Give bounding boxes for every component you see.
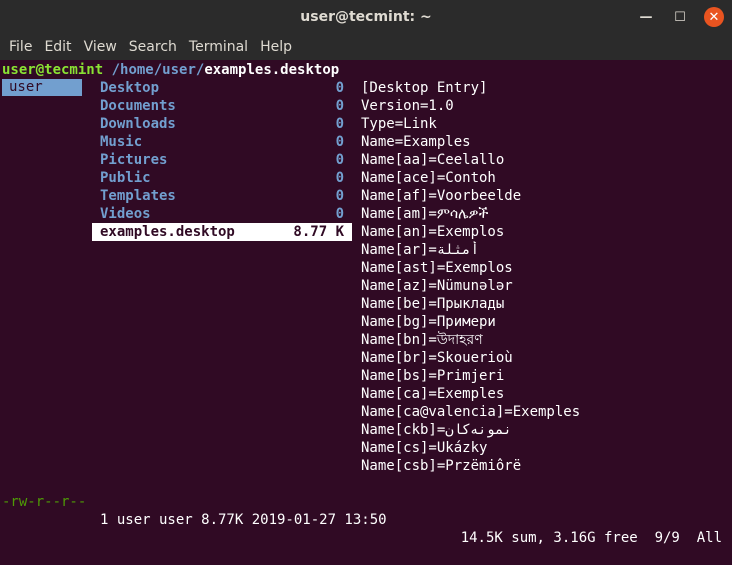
preview-line: Name[ca]=Exemples [361, 386, 505, 402]
preview-line: Name[ace]=Contoh [361, 170, 496, 186]
preview-line: Name[ca@valencia]=Exemples [361, 404, 581, 420]
file-name: Music [100, 134, 143, 150]
preview-line: Name[csb]=Przëmiôrë [361, 458, 522, 474]
title-bar[interactable]: user@tecmint: ~ — ☐ ✕ [0, 0, 732, 34]
menu-terminal[interactable]: Terminal [184, 39, 253, 55]
preview-line: [Desktop Entry] [361, 80, 488, 96]
file-size: 0 [335, 152, 344, 168]
file-name: Pictures [100, 152, 168, 168]
terminal-content[interactable]: user@tecmint /home/user/examples.desktop… [0, 60, 732, 546]
file-name: Downloads [100, 116, 176, 132]
file-row[interactable]: Downloads 0 [92, 115, 352, 133]
terminal-window: user@tecmint: ~ — ☐ ✕ File Edit View Sea… [0, 0, 732, 546]
file-size: 0 [335, 206, 344, 222]
file-size: 0 [335, 116, 344, 132]
preview-line: Name[ast]=Exemplos [361, 260, 513, 276]
menu-bar: File Edit View Search Terminal Help [0, 34, 732, 60]
close-icon[interactable]: ✕ [704, 7, 724, 27]
window-controls: — ☐ ✕ [636, 7, 724, 27]
file-row-selected[interactable]: examples.desktop 8.77 K [92, 223, 352, 241]
preview-line: Name[am]=ምሳሌዎች [361, 206, 489, 222]
file-size: 0 [335, 134, 344, 150]
maximize-icon[interactable]: ☐ [670, 7, 690, 27]
preview-line: Type=Link [361, 116, 437, 132]
file-preview: [Desktop Entry] Version=1.0 Type=Link Na… [361, 79, 729, 475]
preview-line: Name[bs]=Primjeri [361, 368, 505, 384]
file-row[interactable]: Desktop 0 [92, 79, 352, 97]
status-bar: -rw-r--r-- 1 user user 8.77K 2019-01-27 … [0, 475, 732, 546]
preview-line: Name[af]=Voorbeelde [361, 188, 522, 204]
file-name: Desktop [100, 80, 160, 96]
preview-line: Name=Examples [361, 134, 471, 150]
file-name: Videos [100, 206, 151, 222]
preview-line: Name[ckb]=نمونەکان [361, 422, 512, 438]
path-dir: /home/user/ [103, 62, 205, 78]
file-size: 8.77 K [293, 224, 344, 240]
menu-help[interactable]: Help [255, 39, 297, 55]
preview-line: Name[br]=Skouerioù [361, 350, 513, 366]
file-row[interactable]: Videos 0 [92, 205, 352, 223]
preview-line: Name[cs]=Ukázky [361, 440, 488, 456]
file-meta: 1 user user 8.77K 2019-01-27 13:50 [100, 512, 387, 528]
preview-line: Name[bg]=Примери [361, 314, 496, 330]
file-row[interactable]: Music 0 [92, 133, 352, 151]
preview-line: Name[bn]=উদাহরণ [361, 332, 483, 348]
menu-edit[interactable]: Edit [39, 39, 76, 55]
menu-file[interactable]: File [4, 39, 37, 55]
preview-line: Name[an]=Exemplos [361, 224, 505, 240]
user-host: user@tecmint [2, 62, 104, 78]
window-title: user@tecmint: ~ [300, 9, 432, 25]
preview-line: Name[az]=Nümunələr [361, 278, 513, 294]
current-path: user@tecmint /home/user/examples.desktop [2, 61, 339, 79]
file-permissions: -rw-r--r-- [2, 494, 87, 510]
file-list: Desktop 0 Documents 0 Downloads 0 Music 0 Pi… [92, 79, 352, 241]
minimize-icon[interactable]: — [636, 7, 656, 27]
file-size: 0 [335, 80, 344, 96]
preview-line: Name[aa]=Ceelallo [361, 152, 505, 168]
file-row[interactable]: Pictures 0 [92, 151, 352, 169]
file-name: Documents [100, 98, 176, 114]
preview-line: Name[ar]=أمثلة [361, 242, 480, 258]
preview-line: Name[be]=Прыклады [361, 296, 505, 312]
menu-view[interactable]: View [79, 39, 122, 55]
disk-summary: 14.5K sum, 3.16G free 9/9 All [460, 530, 722, 546]
file-name: Templates [100, 188, 176, 204]
file-row[interactable]: Documents 0 [92, 97, 352, 115]
file-size: 0 [335, 188, 344, 204]
file-size: 0 [335, 98, 344, 114]
file-row[interactable]: Templates 0 [92, 187, 352, 205]
parent-dir-item[interactable]: user [2, 79, 82, 96]
file-name: examples.desktop [100, 224, 235, 240]
preview-line: Version=1.0 [361, 98, 454, 114]
path-file: examples.desktop [204, 62, 340, 78]
file-row[interactable]: Public 0 [92, 169, 352, 187]
file-size: 0 [335, 170, 344, 186]
file-name: Public [100, 170, 151, 186]
menu-search[interactable]: Search [124, 39, 182, 55]
